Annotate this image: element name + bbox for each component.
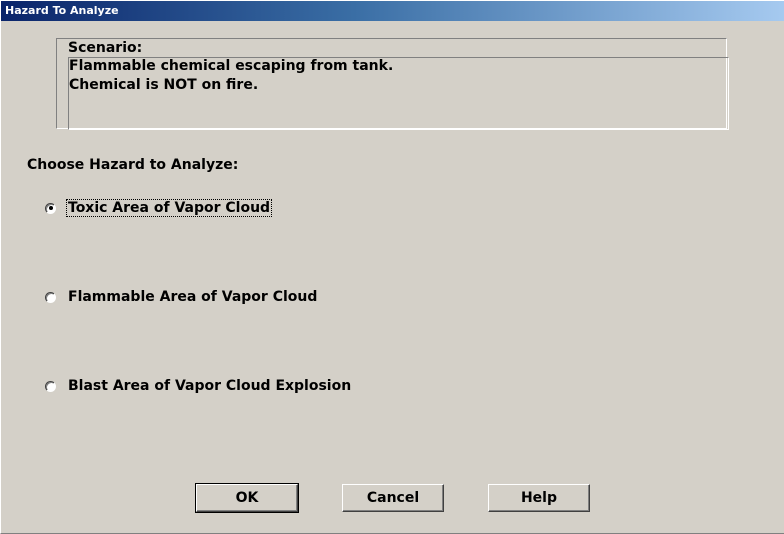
help-button[interactable]: Help xyxy=(488,484,590,512)
ok-button[interactable]: OK xyxy=(195,483,299,513)
scenario-box: Scenario: Flammable chemical escaping fr… xyxy=(56,38,729,130)
scenario-inner-frame: Flammable chemical escaping from tank. C… xyxy=(68,57,729,130)
radio-flammable-area[interactable]: Flammable Area of Vapor Cloud xyxy=(45,287,318,307)
radio-button-unchecked[interactable] xyxy=(45,291,56,303)
radio-toxic-area[interactable]: Toxic Area of Vapor Cloud xyxy=(45,198,273,218)
cancel-button[interactable]: Cancel xyxy=(342,484,444,512)
scenario-line-1: Flammable chemical escaping from tank. xyxy=(69,58,394,74)
hazard-dialog: Hazard To Analyze Scenario: Flammable ch… xyxy=(0,0,784,534)
window-title: Hazard To Analyze xyxy=(5,4,119,17)
scenario-heading: Scenario: xyxy=(68,40,143,56)
scenario-line-2: Chemical is NOT on fire. xyxy=(69,77,259,93)
radio-button-checked[interactable] xyxy=(45,202,56,214)
radio-label-blast[interactable]: Blast Area of Vapor Cloud Explosion xyxy=(67,378,352,394)
radio-blast-area[interactable]: Blast Area of Vapor Cloud Explosion xyxy=(45,376,352,396)
radio-button-unchecked[interactable] xyxy=(45,380,56,392)
title-bar[interactable]: Hazard To Analyze xyxy=(1,1,784,21)
hazard-prompt: Choose Hazard to Analyze: xyxy=(27,157,239,173)
radio-label-toxic[interactable]: Toxic Area of Vapor Cloud xyxy=(65,199,273,217)
radio-label-flammable[interactable]: Flammable Area of Vapor Cloud xyxy=(67,289,318,305)
